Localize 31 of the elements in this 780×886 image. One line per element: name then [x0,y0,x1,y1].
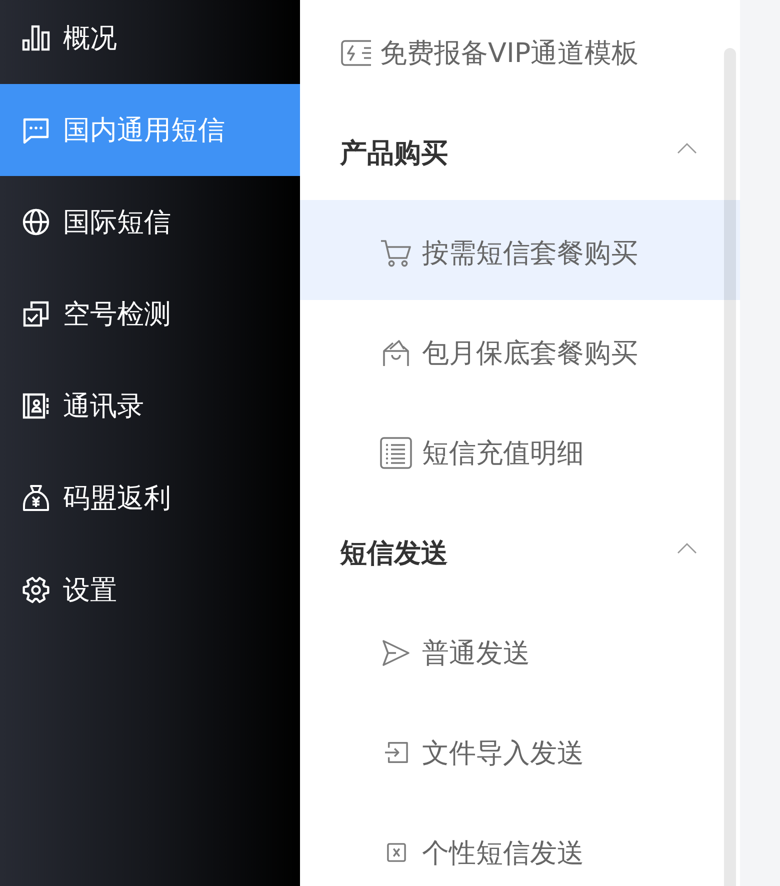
submenu-item[interactable]: 短信充值明细 [300,400,740,500]
submenu-item[interactable]: 按需短信套餐购买 [300,200,740,300]
variable-box-icon [386,843,406,862]
menu-group-header[interactable]: 短信发送 [300,500,740,600]
shopping-cart-icon [380,238,412,266]
submenu-item[interactable]: 免费报备VIP通道模板 [300,0,740,100]
sidebar-item[interactable]: 国际短信 [0,176,300,268]
menu-group-header[interactable]: 产品购买 [300,100,740,200]
list-document-icon [380,436,412,468]
submenu-item[interactable]: 普通发送 [300,600,740,700]
sidebar-item[interactable]: 空号检测 [0,268,300,360]
submenu-item[interactable]: 文件导入发送 [300,700,740,800]
submenu-item[interactable]: 包月保底套餐购买 [300,300,740,400]
sidebar-item[interactable]: 通讯录 [0,360,300,452]
paper-plane-icon [382,638,410,666]
sidebar-item[interactable]: 概况 [0,0,300,84]
bar-chart-icon [22,24,50,52]
scrollbar-thumb[interactable] [724,48,736,886]
contact-book-icon [22,392,50,420]
chevron-up-icon [677,543,697,554]
globe-icon [22,208,50,236]
sidebar-item[interactable]: 设置 [0,544,300,636]
house-card-icon [382,338,410,366]
chevron-up-icon [677,143,697,154]
money-bag-icon [22,484,50,512]
submenu-item[interactable]: 个性短信发送 [300,800,740,886]
sidebar-item[interactable]: 码盟返利 [0,452,300,544]
chat-bubble-icon [22,116,50,144]
checked-squares-icon [22,300,50,328]
settings-gear-icon [22,576,50,604]
lightning-card-icon [340,38,372,66]
